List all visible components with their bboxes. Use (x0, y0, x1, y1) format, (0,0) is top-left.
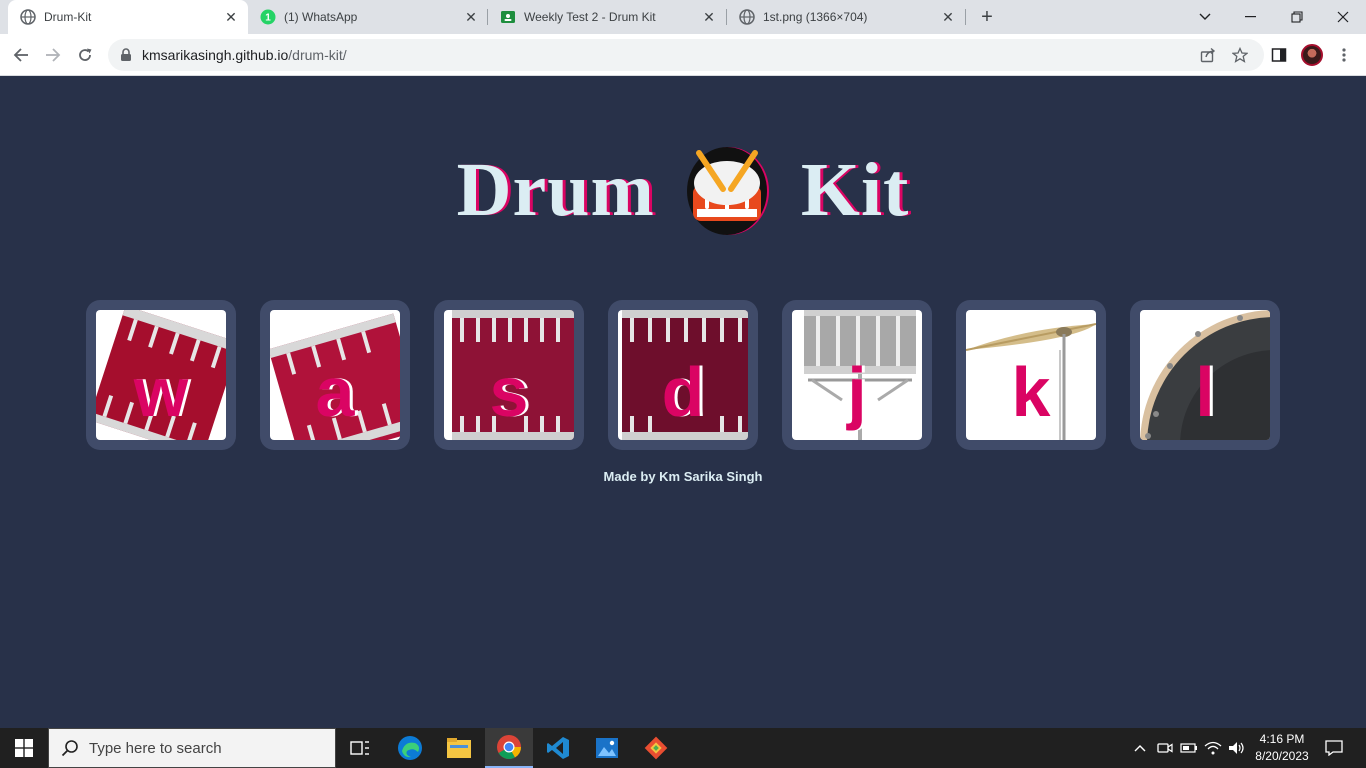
clock-date: 8/20/2023 (1255, 749, 1309, 763)
title-kit: Kit (800, 147, 910, 232)
drum-kit-page: Drum Kit w a s d j k l Made by Km Sarika… (0, 77, 1366, 728)
share-icon[interactable] (1195, 42, 1221, 68)
vscode-icon[interactable] (534, 728, 582, 768)
drum-button-s[interactable]: s (434, 300, 584, 450)
chevron-up-icon[interactable] (1130, 728, 1150, 768)
menu-dots-icon[interactable] (1331, 42, 1357, 68)
drum-key-label: w (133, 353, 189, 431)
meet-now-icon[interactable] (1154, 728, 1176, 768)
address-bar[interactable]: kmsarikasingh.github.io/drum-kit/ (108, 39, 1264, 71)
git-gui-icon[interactable] (632, 728, 680, 768)
back-arrow-icon[interactable] (8, 42, 34, 68)
minimize-button[interactable] (1228, 0, 1274, 34)
close-icon[interactable]: ✕ (939, 8, 957, 26)
tab-weekly-test[interactable]: Weekly Test 2 - Drum Kit ✕ (488, 0, 726, 34)
bookmark-star-icon[interactable] (1227, 42, 1253, 68)
lock-icon[interactable] (120, 48, 132, 62)
edge-icon[interactable] (386, 728, 434, 768)
tab-title: Drum-Kit (44, 10, 92, 24)
close-icon[interactable]: ✕ (700, 8, 718, 26)
page-title: Drum Kit (0, 145, 1366, 235)
tab-title: 1st.png (1366×704) (763, 10, 868, 24)
browser-toolbar: kmsarikasingh.github.io/drum-kit/ (0, 34, 1366, 76)
chrome-icon[interactable] (485, 728, 533, 768)
drum-button-k[interactable]: k (956, 300, 1106, 450)
volume-icon[interactable] (1226, 728, 1248, 768)
drum-button-l[interactable]: l (1130, 300, 1280, 450)
url-host: kmsarikasingh.github.io (142, 47, 289, 63)
restore-button[interactable] (1274, 0, 1320, 34)
drum-button-w[interactable]: w (86, 300, 236, 450)
reload-icon[interactable] (72, 42, 98, 68)
close-icon[interactable]: ✕ (222, 8, 240, 26)
tab-whatsapp[interactable]: 1 (1) WhatsApp ✕ (248, 0, 488, 34)
drum-key-label: k (1011, 353, 1051, 431)
close-icon[interactable]: ✕ (462, 8, 480, 26)
drum-button-d[interactable]: d (608, 300, 758, 450)
title-drum: Drum (456, 147, 655, 232)
tab-title: Weekly Test 2 - Drum Kit (524, 10, 656, 24)
battery-icon[interactable] (1178, 728, 1200, 768)
drum-button-j[interactable]: j (782, 300, 932, 450)
classroom-icon (500, 9, 516, 25)
search-placeholder: Type here to search (89, 739, 222, 757)
drum-emoji-icon (685, 145, 771, 235)
drum-key-label: a (315, 353, 355, 431)
clock-time: 4:16 PM (1259, 732, 1305, 746)
tab-title: (1) WhatsApp (284, 10, 358, 24)
new-tab-button[interactable]: + (976, 6, 998, 28)
profile-avatar[interactable] (1301, 44, 1323, 66)
photos-icon[interactable] (583, 728, 631, 768)
globe-icon (20, 9, 36, 25)
taskbar-search-input[interactable]: Type here to search (48, 728, 336, 768)
forward-arrow-icon[interactable] (40, 42, 66, 68)
url-path: /drum-kit/ (288, 47, 347, 63)
globe-icon (739, 9, 755, 25)
wifi-icon[interactable] (1202, 728, 1224, 768)
task-view-icon[interactable] (336, 728, 384, 768)
drum-button-a[interactable]: a (260, 300, 410, 450)
notifications-icon[interactable] (1320, 728, 1348, 768)
drum-key-label: d (661, 353, 705, 431)
taskbar: Type here to search 4:16 PM 8/20/2023 (0, 728, 1366, 768)
windows-start-icon[interactable] (0, 728, 48, 768)
side-panel-icon[interactable] (1266, 42, 1292, 68)
url-text: kmsarikasingh.github.io/drum-kit/ (142, 47, 347, 63)
drum-key-label: j (847, 353, 867, 431)
tab-1st-png[interactable]: 1st.png (1366×704) ✕ (727, 0, 965, 34)
close-window-button[interactable] (1320, 0, 1366, 34)
footer-credit: Made by Km Sarika Singh (603, 469, 763, 484)
notification-badge: 1 (265, 13, 271, 24)
file-explorer-icon[interactable] (435, 728, 483, 768)
tab-search-icon[interactable] (1182, 0, 1228, 34)
drum-key-label: s (489, 353, 529, 431)
drum-set: w a s d j k l (86, 300, 1280, 450)
drum-key-label: l (1195, 353, 1215, 431)
tab-strip: Drum-Kit ✕ 1 (1) WhatsApp ✕ Weekly Test … (0, 0, 1366, 34)
whatsapp-icon: 1 (260, 9, 276, 25)
tab-drum-kit[interactable]: Drum-Kit ✕ (8, 0, 248, 34)
search-icon (61, 739, 79, 757)
taskbar-clock[interactable]: 4:16 PM 8/20/2023 (1250, 731, 1314, 765)
